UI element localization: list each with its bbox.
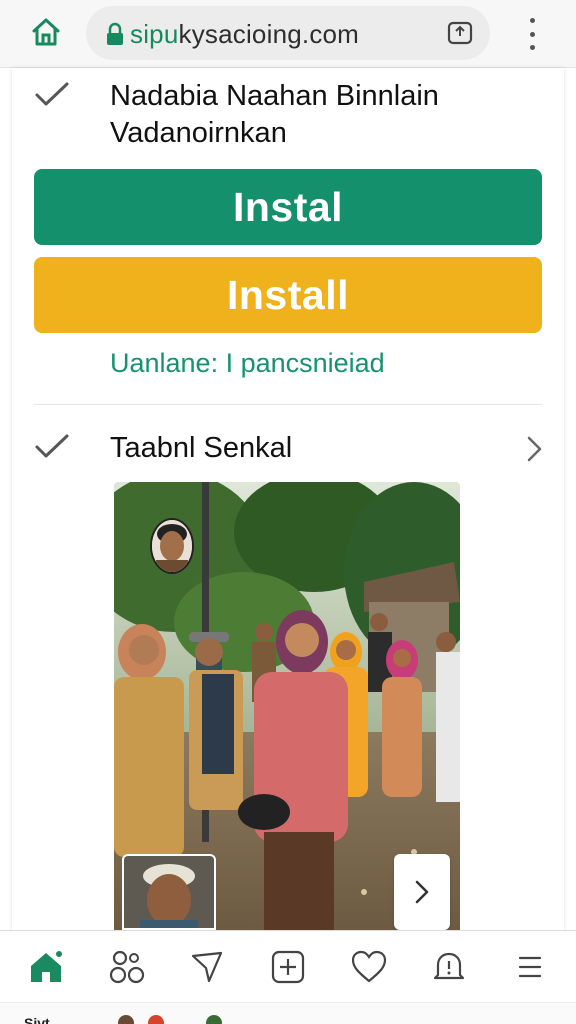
bell-icon (433, 952, 465, 979)
menu-icon (518, 956, 541, 977)
check-icon (35, 434, 69, 458)
chevron-right-icon (415, 880, 429, 904)
install-button-yellow[interactable]: Install (34, 257, 542, 333)
chevron-right-icon[interactable] (524, 434, 544, 464)
kebab-menu-icon[interactable] (520, 14, 544, 54)
group-photo[interactable] (114, 482, 460, 930)
add-icon (271, 950, 305, 983)
bottom-navigation (0, 930, 576, 1002)
section-title: Taabnl Senkal (110, 432, 293, 464)
nav-home[interactable] (22, 943, 70, 991)
people-icon (109, 950, 144, 983)
tabs-icon[interactable] (446, 19, 474, 47)
browser-toolbar: sipukysacioing.com (0, 0, 576, 68)
nav-send[interactable] (183, 943, 231, 991)
avatar (118, 1015, 134, 1024)
avatar (148, 1015, 164, 1024)
home-icon[interactable] (26, 12, 66, 52)
avatar[interactable] (122, 854, 216, 930)
nav-menu[interactable] (506, 943, 554, 991)
photo-next-button[interactable] (394, 854, 450, 930)
heart-icon (351, 950, 386, 982)
page-content: Nadabia Naahan Binnlain Vadanoirnkan Ins… (12, 68, 564, 930)
home-icon (31, 950, 63, 982)
avatar (206, 1015, 222, 1024)
divider (34, 404, 542, 405)
bottom-strip: Sivt (0, 1002, 576, 1024)
lock-icon (107, 22, 123, 45)
nav-notifications[interactable] (425, 943, 473, 991)
install-button-green[interactable]: Instal (34, 169, 542, 245)
send-icon (192, 951, 223, 982)
nav-add[interactable] (264, 943, 312, 991)
address-bar[interactable]: sipukysacioing.com (86, 6, 490, 60)
avatar[interactable] (150, 518, 194, 574)
check-icon (35, 82, 69, 106)
sub-link[interactable]: Uanlane: I pancsnieiad (110, 348, 385, 379)
nav-favorites[interactable] (345, 943, 393, 991)
app-title: Nadabia Naahan Binnlain Vadanoirnkan (110, 80, 439, 149)
strip-label: Sivt (24, 1015, 50, 1024)
nav-people[interactable] (103, 943, 151, 991)
url-text: sipukysacioing.com (130, 19, 360, 49)
